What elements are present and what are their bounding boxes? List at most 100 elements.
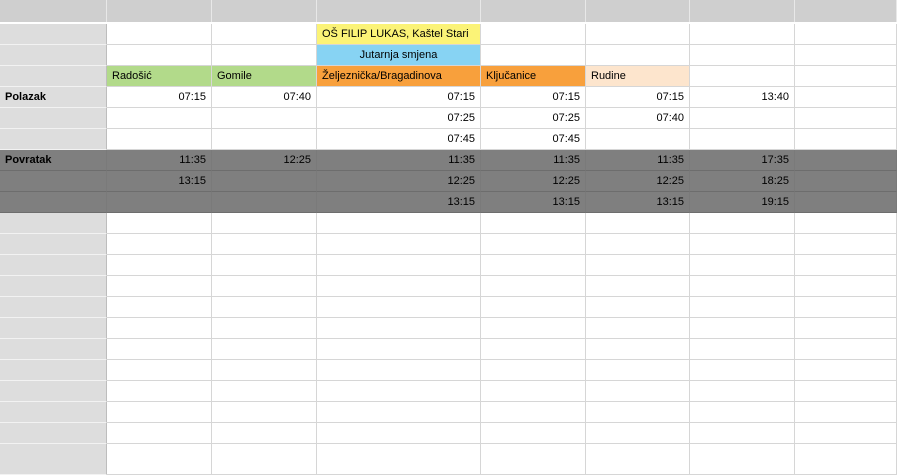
departure-time[interactable] xyxy=(107,108,212,129)
row-header[interactable] xyxy=(0,45,107,66)
return-time[interactable]: 13:15 xyxy=(107,171,212,192)
school-title[interactable]: OŠ FILIP LUKAS, Kaštel Stari xyxy=(317,24,481,45)
return-time[interactable]: 17:35 xyxy=(690,150,795,171)
grid-cell[interactable] xyxy=(107,213,212,234)
row-header[interactable] xyxy=(0,108,107,129)
grid-cell[interactable] xyxy=(107,339,212,360)
departure-time[interactable]: 07:40 xyxy=(586,108,690,129)
return-time[interactable]: 12:25 xyxy=(481,171,586,192)
polazak-label[interactable]: Polazak xyxy=(0,87,107,108)
grid-cell[interactable] xyxy=(795,360,897,381)
grid-cell[interactable] xyxy=(795,402,897,423)
grid-cell[interactable] xyxy=(481,444,586,475)
grid-cell[interactable] xyxy=(212,234,317,255)
departure-time[interactable]: 07:15 xyxy=(107,87,212,108)
grid-cell[interactable] xyxy=(690,381,795,402)
grid-cell[interactable] xyxy=(690,360,795,381)
grid-cell[interactable] xyxy=(795,45,897,66)
return-time[interactable] xyxy=(107,192,212,213)
grid-cell[interactable] xyxy=(481,234,586,255)
grid-cell[interactable] xyxy=(795,276,897,297)
column-header[interactable] xyxy=(317,0,481,22)
grid-cell[interactable] xyxy=(481,213,586,234)
column-header[interactable] xyxy=(586,0,690,22)
grid-cell[interactable] xyxy=(212,213,317,234)
grid-cell[interactable] xyxy=(586,255,690,276)
stop-header[interactable]: Ključanice xyxy=(481,66,586,87)
grid-cell[interactable] xyxy=(795,24,897,45)
grid-cell[interactable] xyxy=(317,213,481,234)
column-header[interactable] xyxy=(481,0,586,22)
grid-cell[interactable] xyxy=(586,381,690,402)
return-time[interactable]: 19:15 xyxy=(690,192,795,213)
grid-cell[interactable] xyxy=(107,402,212,423)
return-time[interactable]: 13:15 xyxy=(586,192,690,213)
grid-cell[interactable] xyxy=(795,129,897,150)
grid-cell[interactable] xyxy=(481,339,586,360)
row-header[interactable] xyxy=(0,381,107,402)
return-time[interactable]: 11:35 xyxy=(317,150,481,171)
departure-time[interactable]: 07:45 xyxy=(317,129,481,150)
row-header[interactable] xyxy=(0,402,107,423)
return-time[interactable]: 12:25 xyxy=(586,171,690,192)
shift-label[interactable]: Jutarnja smjena xyxy=(317,45,481,66)
grid-cell[interactable] xyxy=(317,234,481,255)
grid-cell[interactable] xyxy=(212,360,317,381)
grid-cell[interactable] xyxy=(481,24,586,45)
grid-cell[interactable] xyxy=(690,339,795,360)
grid-cell[interactable] xyxy=(317,276,481,297)
departure-time[interactable]: 07:45 xyxy=(481,129,586,150)
grid-cell[interactable] xyxy=(690,213,795,234)
grid-cell[interactable] xyxy=(690,255,795,276)
stop-header[interactable]: Rudine xyxy=(586,66,690,87)
grid-cell[interactable] xyxy=(795,234,897,255)
grid-cell[interactable] xyxy=(212,24,317,45)
grid-cell[interactable] xyxy=(107,45,212,66)
row-header[interactable] xyxy=(0,213,107,234)
grid-cell[interactable] xyxy=(586,297,690,318)
return-time[interactable]: 11:35 xyxy=(107,150,212,171)
grid-cell[interactable] xyxy=(212,255,317,276)
grid-cell[interactable] xyxy=(481,423,586,444)
grid-cell[interactable] xyxy=(107,318,212,339)
stop-header[interactable]: Gomile xyxy=(212,66,317,87)
row-header[interactable] xyxy=(0,255,107,276)
grid-cell[interactable] xyxy=(795,108,897,129)
departure-time[interactable] xyxy=(690,129,795,150)
grid-cell[interactable] xyxy=(481,45,586,66)
grid-cell[interactable] xyxy=(586,234,690,255)
grid-cell[interactable] xyxy=(212,297,317,318)
departure-time[interactable] xyxy=(107,129,212,150)
grid-cell[interactable] xyxy=(690,402,795,423)
grid-cell[interactable] xyxy=(586,276,690,297)
grid-cell[interactable] xyxy=(795,423,897,444)
grid-cell[interactable] xyxy=(317,402,481,423)
grid-cell[interactable] xyxy=(107,24,212,45)
grid-cell[interactable] xyxy=(795,150,897,171)
grid-cell[interactable] xyxy=(586,318,690,339)
grid-cell[interactable] xyxy=(690,276,795,297)
row-header[interactable] xyxy=(0,192,107,213)
grid-cell[interactable] xyxy=(795,444,897,475)
departure-time[interactable]: 07:15 xyxy=(481,87,586,108)
grid-cell[interactable] xyxy=(317,381,481,402)
grid-cell[interactable] xyxy=(795,318,897,339)
departure-time[interactable] xyxy=(212,108,317,129)
row-header[interactable] xyxy=(0,171,107,192)
grid-cell[interactable] xyxy=(107,255,212,276)
grid-cell[interactable] xyxy=(586,24,690,45)
grid-cell[interactable] xyxy=(317,423,481,444)
departure-time[interactable]: 07:25 xyxy=(317,108,481,129)
column-header[interactable] xyxy=(795,0,897,22)
departure-time[interactable]: 13:40 xyxy=(690,87,795,108)
grid-cell[interactable] xyxy=(481,402,586,423)
grid-cell[interactable] xyxy=(690,24,795,45)
departure-time[interactable]: 07:40 xyxy=(212,87,317,108)
grid-cell[interactable] xyxy=(795,297,897,318)
column-header[interactable] xyxy=(690,0,795,22)
grid-cell[interactable] xyxy=(586,444,690,475)
grid-cell[interactable] xyxy=(317,360,481,381)
grid-cell[interactable] xyxy=(795,87,897,108)
grid-cell[interactable] xyxy=(107,444,212,475)
stop-header[interactable]: Željeznička/Bragadinova xyxy=(317,66,481,87)
